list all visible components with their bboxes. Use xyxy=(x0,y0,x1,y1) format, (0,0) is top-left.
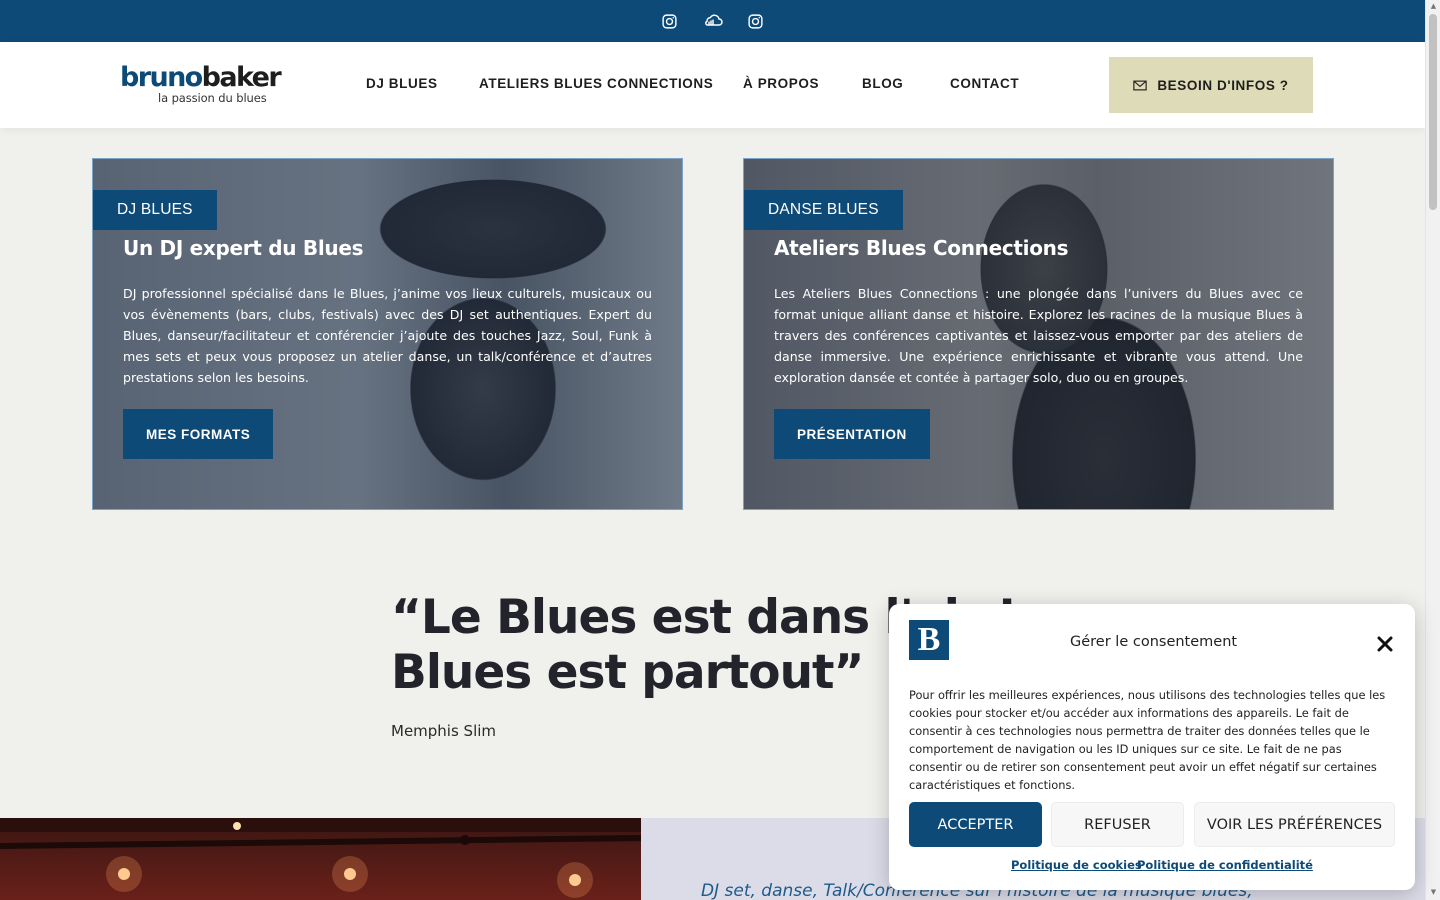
consent-title: Gérer le consentement xyxy=(1070,634,1238,650)
nav-item-ateliers[interactable]: ATELIERS BLUES CONNECTIONS xyxy=(479,76,713,91)
close-icon[interactable] xyxy=(1376,635,1394,653)
card-text: DJ professionnel spécialisé dans le Blue… xyxy=(123,286,652,385)
scrollbar-thumb[interactable] xyxy=(1429,14,1437,210)
card-title: Un DJ expert du Blues xyxy=(123,236,364,260)
cookie-policy-link[interactable]: Politique de cookies xyxy=(1011,858,1142,872)
quote-author: Memphis Slim xyxy=(391,722,497,740)
page-scrollbar[interactable]: ▲ ▼ xyxy=(1425,0,1440,900)
nav-item-blog[interactable]: BLOG xyxy=(862,76,903,91)
stage-photo xyxy=(0,818,641,900)
nav-item-a-propos[interactable]: À PROPOS xyxy=(743,76,819,91)
card-text: Les Ateliers Blues Connections : une plo… xyxy=(774,286,1303,385)
refuse-button[interactable]: REFUSER xyxy=(1051,802,1184,847)
preferences-button[interactable]: VOIR LES PRÉFÉRENCES xyxy=(1194,802,1395,847)
envelope-icon xyxy=(1133,80,1148,90)
site-header: brunobaker la passion du blues DJ BLUES … xyxy=(0,42,1425,128)
card-tag: DJ BLUES xyxy=(93,190,217,230)
scroll-down-arrow-icon[interactable]: ▼ xyxy=(1429,888,1438,897)
mes-formats-button[interactable]: MES FORMATS xyxy=(123,409,274,459)
cookie-consent-dialog: B Gérer le consentement Pour offrir les … xyxy=(889,604,1415,890)
scroll-up-arrow-icon[interactable]: ▲ xyxy=(1429,2,1438,11)
privacy-policy-link[interactable]: Politique de confidentialité xyxy=(1137,858,1313,872)
social-topbar xyxy=(0,0,1425,42)
service-card-dj: DJ BLUES Un DJ expert du Blues DJ profes… xyxy=(92,158,683,510)
accept-button[interactable]: ACCEPTER xyxy=(909,802,1042,847)
instagram-icon[interactable] xyxy=(745,11,766,32)
nav-item-dj-blues[interactable]: DJ BLUES xyxy=(366,76,438,91)
presentation-button[interactable]: PRÉSENTATION xyxy=(774,409,930,459)
nav-item-contact[interactable]: CONTACT xyxy=(950,76,1019,91)
info-cta-button[interactable]: BESOIN D'INFOS ? xyxy=(1109,57,1313,113)
consent-logo: B xyxy=(909,620,949,660)
service-card-danse: DANSE BLUES Ateliers Blues Connections L… xyxy=(743,158,1334,510)
consent-text: Pour offrir les meilleures expériences, … xyxy=(909,688,1386,792)
card-title: Ateliers Blues Connections xyxy=(774,236,1069,260)
instagram-icon[interactable] xyxy=(659,11,680,32)
card-tag: DANSE BLUES xyxy=(744,190,903,230)
soundcloud-icon[interactable] xyxy=(702,11,723,32)
cta-label: BESOIN D'INFOS ? xyxy=(1157,77,1289,93)
